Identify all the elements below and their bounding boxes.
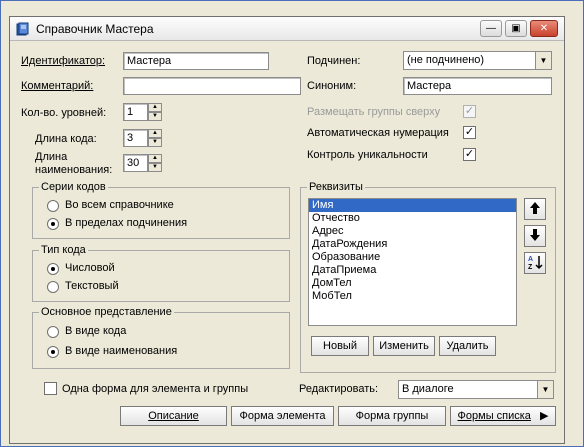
dialog-content: Идентификатор: Мастера Комментарий: Кол-… xyxy=(10,41,564,444)
list-item[interactable]: ДомТел xyxy=(309,277,516,290)
attributes-title: Реквизиты xyxy=(307,181,365,193)
element-form-button-label: Форма элемента xyxy=(239,410,326,422)
arrow-right-icon: ▶ xyxy=(540,410,549,422)
single-form-checkbox[interactable] xyxy=(44,382,57,395)
sort-az-icon: A Z xyxy=(527,254,543,273)
code-series-group: Серии кодов Во всем справочнике В предел… xyxy=(32,181,290,239)
close-button[interactable]: ✕ xyxy=(530,20,558,37)
subordinate-value: (не подчинено) xyxy=(407,54,485,66)
edit-mode-dropdown[interactable]: В диалоге ▼ xyxy=(398,380,554,399)
levels-up-button[interactable]: ▲ xyxy=(148,103,162,112)
description-button-label: Описание xyxy=(148,410,199,422)
main-view-label-name: В виде наименования xyxy=(65,345,178,357)
list-item[interactable]: Образование xyxy=(309,251,516,264)
code-type-group: Тип кода Числовой Текстовый xyxy=(32,244,290,302)
attributes-list[interactable]: Имя Отчество Адрес ДатаРождения Образова… xyxy=(308,198,517,326)
svg-text:A: A xyxy=(528,256,533,263)
levels-label: Кол-во. уровней: xyxy=(21,107,107,119)
uniqueness-label: Контроль уникальности xyxy=(307,149,428,161)
code-length-label: Длина кода: xyxy=(35,133,97,145)
list-item[interactable]: ДатаПриема xyxy=(309,264,516,277)
svg-text:Z: Z xyxy=(528,264,533,270)
move-up-button[interactable] xyxy=(524,198,546,220)
group-form-button-label: Форма группы xyxy=(355,410,429,422)
maximize-button[interactable]: ▣ xyxy=(505,20,527,37)
uniqueness-checkbox[interactable]: ✓ xyxy=(463,148,476,161)
name-length-up-button[interactable]: ▲ xyxy=(148,154,162,163)
code-length-down-button[interactable]: ▼ xyxy=(148,138,162,147)
code-series-label-subordinate: В пределах подчинения xyxy=(65,217,188,229)
edit-mode-label: Редактировать: xyxy=(299,383,379,395)
code-length-up-button[interactable]: ▲ xyxy=(148,129,162,138)
comment-field[interactable] xyxy=(123,77,301,95)
group-form-button[interactable]: Форма группы xyxy=(338,406,446,426)
single-form-label: Одна форма для элемента и группы xyxy=(62,383,249,395)
comment-label: Комментарий: xyxy=(21,80,94,92)
code-series-radio-subordinate[interactable] xyxy=(47,218,59,230)
main-view-radio-name[interactable] xyxy=(47,346,59,358)
list-forms-button[interactable]: Формы списка ▶ xyxy=(450,406,556,426)
title-bar[interactable]: Справочник Мастера — ▣ ✕ xyxy=(10,17,564,41)
levels-down-button[interactable]: ▼ xyxy=(148,112,162,121)
name-length-label-line2: наименования: xyxy=(35,164,113,176)
list-item[interactable]: ДатаРождения xyxy=(309,238,516,251)
synonym-field[interactable]: Мастера xyxy=(403,77,552,95)
list-item[interactable]: Адрес xyxy=(309,225,516,238)
new-attribute-button[interactable]: Новый xyxy=(311,336,369,356)
main-view-label-code: В виде кода xyxy=(65,325,127,337)
dialog-frame: Справочник Мастера — ▣ ✕ Идентификатор: … xyxy=(9,16,565,444)
code-series-title: Серии кодов xyxy=(39,181,108,193)
chevron-down-icon[interactable]: ▼ xyxy=(537,381,553,398)
window-title: Справочник Мастера xyxy=(36,22,154,36)
identifier-label: Идентификатор: xyxy=(21,55,106,67)
arrow-up-icon xyxy=(529,201,541,218)
code-length-field[interactable]: 3 xyxy=(123,129,148,147)
name-length-label-line1: Длина xyxy=(35,151,68,163)
identifier-field[interactable]: Мастера xyxy=(123,52,269,70)
synonym-label: Синоним: xyxy=(307,80,357,92)
list-item[interactable]: Отчество xyxy=(309,212,516,225)
name-length-down-button[interactable]: ▼ xyxy=(148,163,162,172)
list-forms-button-label: Формы списка xyxy=(457,410,531,422)
move-down-button[interactable] xyxy=(524,225,546,247)
groups-top-checkbox[interactable]: ✓ xyxy=(463,105,476,118)
element-form-button[interactable]: Форма элемента xyxy=(231,406,334,426)
groups-top-label: Размещать группы сверху xyxy=(307,106,441,118)
main-view-title: Основное представление xyxy=(39,306,174,318)
code-type-label-text: Текстовый xyxy=(65,280,119,292)
list-item[interactable]: Имя xyxy=(309,199,516,212)
auto-number-checkbox[interactable]: ✓ xyxy=(463,126,476,139)
subordinate-dropdown[interactable]: (не подчинено) ▼ xyxy=(403,51,552,70)
catalog-icon xyxy=(16,22,30,36)
code-series-label-all: Во всем справочнике xyxy=(65,199,174,211)
description-button[interactable]: Описание xyxy=(120,406,227,426)
code-series-radio-all[interactable] xyxy=(47,200,59,212)
code-type-label-numeric: Числовой xyxy=(65,262,115,274)
code-type-radio-numeric[interactable] xyxy=(47,263,59,275)
auto-number-label: Автоматическая нумерация xyxy=(307,127,449,139)
main-view-radio-code[interactable] xyxy=(47,326,59,338)
subordinate-label: Подчинен: xyxy=(307,55,361,67)
minimize-button[interactable]: — xyxy=(480,20,502,37)
sort-button[interactable]: A Z xyxy=(524,252,546,274)
edit-mode-value: В диалоге xyxy=(402,383,454,395)
main-view-group: Основное представление В виде кода В вид… xyxy=(32,306,290,369)
chevron-down-icon[interactable]: ▼ xyxy=(535,52,551,69)
delete-attribute-button[interactable]: Удалить xyxy=(439,336,496,356)
name-length-field[interactable]: 30 xyxy=(123,154,148,172)
code-type-title: Тип кода xyxy=(39,244,88,256)
list-item[interactable]: МобТел xyxy=(309,290,516,303)
levels-field[interactable]: 1 xyxy=(123,103,148,121)
window: Справочник Мастера — ▣ ✕ Идентификатор: … xyxy=(0,0,584,447)
edit-attribute-button[interactable]: Изменить xyxy=(373,336,435,356)
code-type-radio-text[interactable] xyxy=(47,281,59,293)
arrow-down-icon xyxy=(529,228,541,245)
